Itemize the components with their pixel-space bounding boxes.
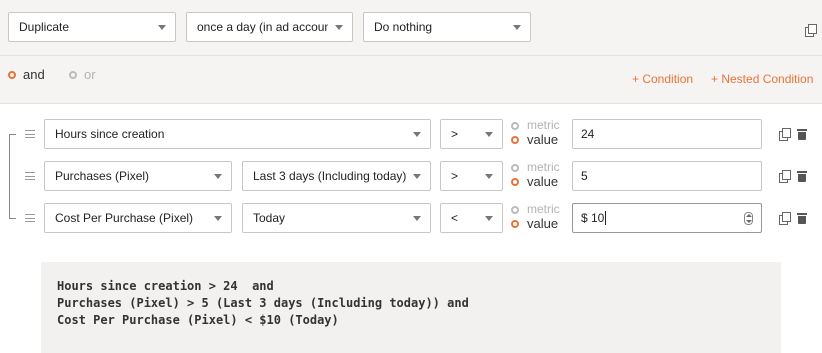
operator-value: > xyxy=(451,169,459,183)
frequency-select[interactable]: once a day (in ad account t xyxy=(186,12,353,42)
value-label[interactable]: value xyxy=(527,216,558,231)
chevron-down-icon xyxy=(485,174,493,179)
operator-select[interactable]: > xyxy=(440,161,503,191)
summary-line: Purchases (Pixel) > 5 (Last 3 days (Incl… xyxy=(57,296,469,310)
condition-field-select[interactable]: Purchases (Pixel) xyxy=(44,161,232,191)
otherwise-select-value: Do nothing xyxy=(374,20,433,34)
metric-label[interactable]: metric xyxy=(527,160,560,174)
summary-line: Hours since creation > 24 and xyxy=(57,279,274,293)
chevron-down-icon xyxy=(513,25,521,30)
operator-select[interactable]: > xyxy=(440,119,503,149)
period-value: Today xyxy=(253,211,286,225)
add-condition-button[interactable]: + Condition xyxy=(632,72,693,86)
value-label[interactable]: value xyxy=(527,174,558,189)
chevron-down-icon xyxy=(214,174,222,179)
chevron-down-icon xyxy=(335,25,343,30)
drag-handle-icon[interactable] xyxy=(25,130,35,138)
value-input-text: 5 xyxy=(581,169,588,183)
value-input-text: $ 10 xyxy=(581,211,605,225)
trash-icon[interactable] xyxy=(797,212,807,224)
rule-summary: Hours since creation > 24 and Purchases … xyxy=(41,262,781,353)
chevron-down-icon xyxy=(413,132,421,137)
condition-field-value: Purchases (Pixel) xyxy=(55,169,150,183)
condition-field-value: Hours since creation xyxy=(55,127,165,141)
chevron-down-icon xyxy=(158,25,166,30)
or-radio[interactable] xyxy=(69,71,77,79)
condition-field-value: Cost Per Purchase (Pixel) xyxy=(55,211,194,225)
metric-radio[interactable] xyxy=(511,206,519,214)
value-radio[interactable] xyxy=(511,136,519,144)
number-spinner-icon[interactable] xyxy=(744,212,753,225)
summary-line: Cost Per Purchase (Pixel) < $10 (Today) xyxy=(57,313,339,327)
period-select[interactable]: Last 3 days (Including today) xyxy=(242,161,431,191)
chevron-down-icon xyxy=(485,216,493,221)
value-input[interactable]: 5 xyxy=(572,161,762,191)
frequency-select-value: once a day (in ad account t xyxy=(197,20,328,34)
metric-radio[interactable] xyxy=(511,164,519,172)
operator-value: < xyxy=(451,211,459,225)
tree-connector xyxy=(9,134,10,218)
operator-value: > xyxy=(451,127,459,141)
copy-icon[interactable] xyxy=(805,24,817,37)
metric-label[interactable]: metric xyxy=(527,118,560,132)
tree-branch xyxy=(9,218,16,219)
trash-icon[interactable] xyxy=(797,170,807,182)
copy-icon[interactable] xyxy=(779,128,791,141)
metric-radio[interactable] xyxy=(511,122,519,130)
condition-field-select[interactable]: Hours since creation xyxy=(44,119,431,149)
chevron-down-icon xyxy=(413,174,421,179)
period-select[interactable]: Today xyxy=(242,203,431,233)
copy-icon[interactable] xyxy=(779,212,791,225)
chevron-down-icon xyxy=(413,216,421,221)
chevron-down-icon xyxy=(214,216,222,221)
drag-handle-icon[interactable] xyxy=(25,214,35,222)
metric-label[interactable]: metric xyxy=(527,202,560,216)
trash-icon[interactable] xyxy=(797,128,807,140)
operator-select[interactable]: < xyxy=(440,203,503,233)
value-label[interactable]: value xyxy=(527,132,558,147)
and-label[interactable]: and xyxy=(23,67,45,82)
otherwise-select[interactable]: Do nothing xyxy=(363,12,531,42)
condition-field-select[interactable]: Cost Per Purchase (Pixel) xyxy=(44,203,232,233)
and-radio[interactable] xyxy=(8,71,16,79)
text-cursor xyxy=(605,211,607,225)
action-select[interactable]: Duplicate xyxy=(8,12,176,42)
action-select-value: Duplicate xyxy=(19,20,70,34)
value-radio[interactable] xyxy=(511,220,519,228)
value-input[interactable]: $ 10 xyxy=(572,203,762,233)
drag-handle-icon[interactable] xyxy=(25,172,35,180)
value-input[interactable]: 24 xyxy=(572,119,762,149)
period-value: Last 3 days (Including today) xyxy=(253,169,406,183)
add-nested-condition-button[interactable]: + Nested Condition xyxy=(711,72,813,86)
value-radio[interactable] xyxy=(511,178,519,186)
copy-icon[interactable] xyxy=(779,170,791,183)
tree-branch xyxy=(9,134,16,135)
or-label[interactable]: or xyxy=(84,67,96,82)
value-input-text: 24 xyxy=(581,127,595,141)
logic-bar xyxy=(0,56,822,104)
chevron-down-icon xyxy=(485,132,493,137)
